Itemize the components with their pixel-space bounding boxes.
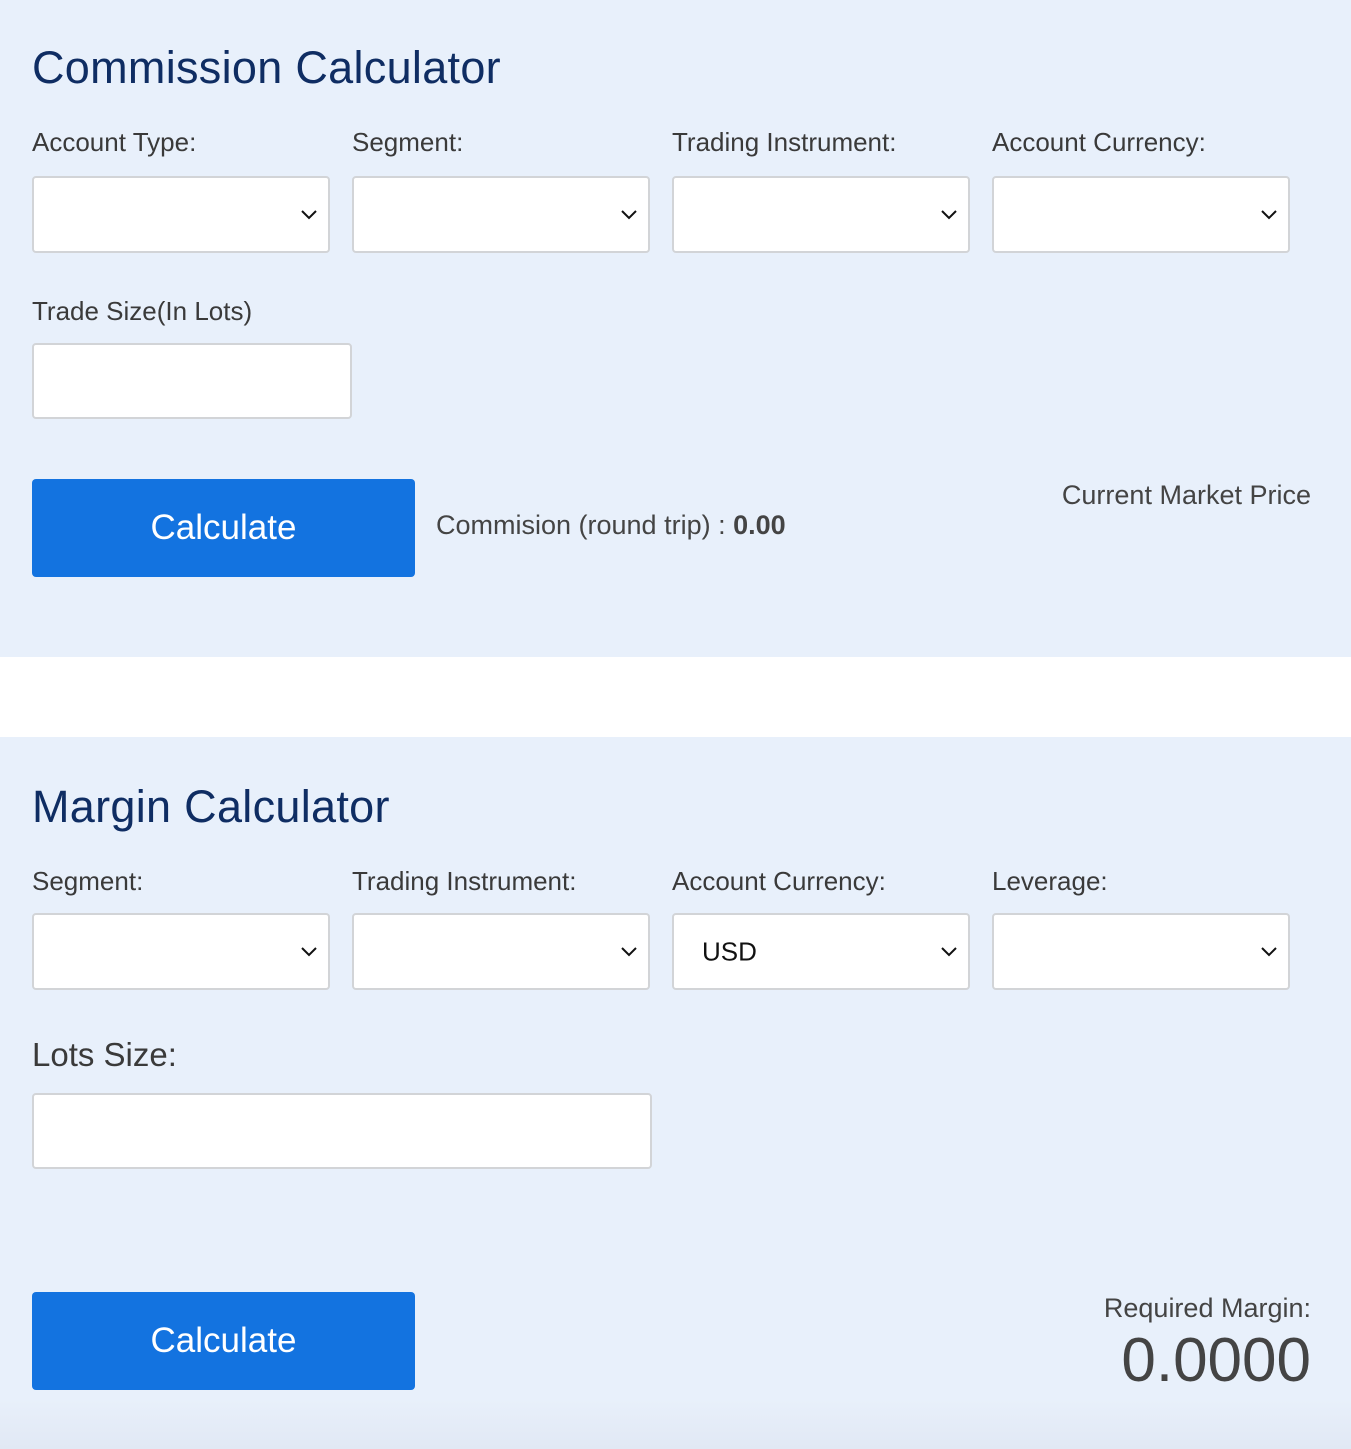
margin-trading-instrument-select[interactable] [352,913,650,990]
leverage-label: Leverage: [992,866,1108,896]
margin-calculator-section: Margin Calculator Segment: Trading Instr… [0,737,1351,1449]
margin-calculate-button[interactable]: Calculate [32,1292,415,1390]
lots-size-input[interactable] [32,1093,652,1169]
margin-calculator-title: Margin Calculator [32,781,390,832]
commission-result-value: 0.00 [733,510,786,540]
account-currency-label: Account Currency: [992,127,1206,157]
current-market-price-label: Current Market Price [1061,480,1311,510]
commission-calculator-section: Commission Calculator Account Type: Segm… [0,0,1351,657]
trade-size-label: Trade Size(In Lots) [32,296,253,326]
chevron-down-icon [301,946,317,956]
chevron-down-icon [941,946,957,956]
segment-select[interactable] [352,176,650,253]
margin-account-currency-value: USD [702,936,757,966]
chevron-down-icon [1261,946,1277,956]
commission-calculate-button[interactable]: Calculate [32,479,415,577]
leverage-select[interactable] [992,913,1290,990]
lots-size-label: Lots Size: [32,1036,177,1073]
required-margin-label: Required Margin: [1103,1293,1311,1323]
margin-segment-label: Segment: [32,866,144,896]
commission-calculator-title: Commission Calculator [32,42,501,93]
segment-label: Segment: [352,127,464,157]
margin-trading-instrument-label: Trading Instrument: [352,866,577,896]
trading-instrument-label: Trading Instrument: [672,127,897,157]
commission-result: Commision (round trip) : 0.00 [436,512,786,539]
commission-result-label: Commision (round trip) : [436,510,734,540]
margin-segment-select[interactable] [32,913,330,990]
chevron-down-icon [621,946,637,956]
chevron-down-icon [621,209,637,219]
required-margin-value: 0.0000 [1121,1326,1311,1395]
margin-account-currency-label: Account Currency: [672,866,886,896]
margin-account-currency-select[interactable]: USD [672,913,970,990]
trading-instrument-select[interactable] [672,176,970,253]
chevron-down-icon [941,209,957,219]
account-type-select[interactable] [32,176,330,253]
account-type-label: Account Type: [32,127,197,157]
chevron-down-icon [1261,209,1277,219]
chevron-down-icon [301,209,317,219]
account-currency-select[interactable] [992,176,1290,253]
trade-size-input[interactable] [32,343,352,419]
